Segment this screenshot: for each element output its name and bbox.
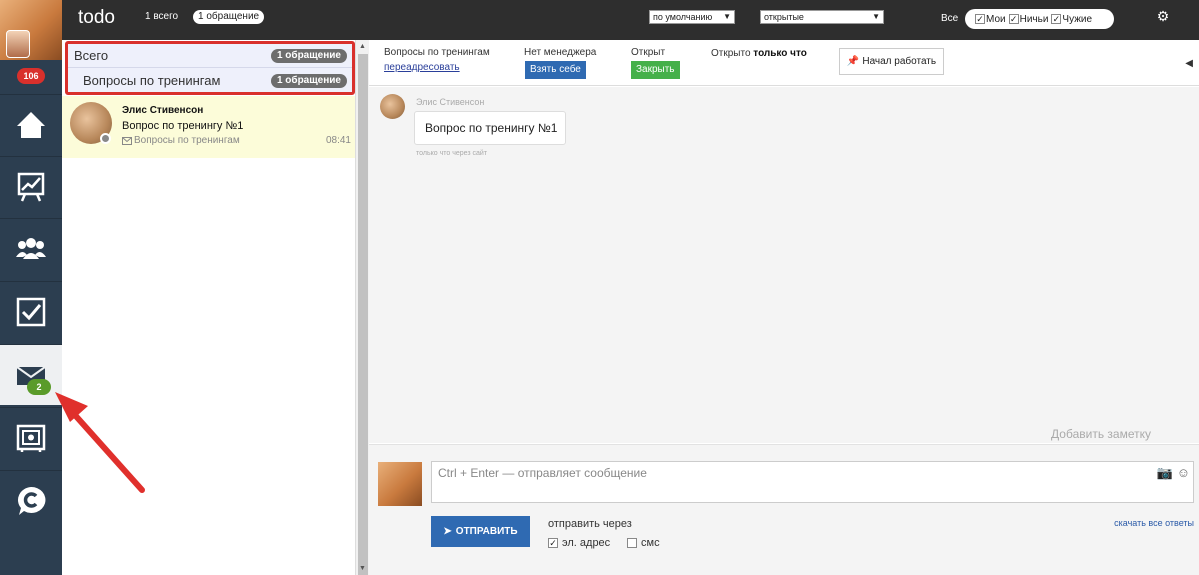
safe-icon xyxy=(16,424,46,452)
chevron-down-icon: ▼ xyxy=(723,12,731,21)
checkbox-checked[interactable]: ✓ xyxy=(1051,14,1062,24)
input-icons: 📷 ☺ xyxy=(1157,465,1190,481)
scroll-down-arrow-icon[interactable]: ▼ xyxy=(359,565,366,572)
filter-others[interactable]: ✓ Чужие xyxy=(1051,14,1092,25)
sort-select[interactable]: по умолчанию ▼ xyxy=(649,10,735,24)
checkbox-unchecked[interactable] xyxy=(627,538,637,548)
start-work-button[interactable]: 📌 Начал работать xyxy=(839,48,944,75)
filter-mine-label: Мои xyxy=(986,13,1006,25)
conversation-item[interactable]: Элис Стивенсон Вопрос по тренингу №1 Воп… xyxy=(62,96,355,158)
status-select[interactable]: открытые ▼ xyxy=(760,10,884,24)
channel-sms-label: смс xyxy=(641,537,660,549)
checkbox-checked[interactable]: ✓ xyxy=(975,14,985,24)
filter-nobodys[interactable]: ✓ Ничьи xyxy=(1008,13,1049,25)
sidebar-item-chat[interactable] xyxy=(0,470,62,531)
group-filter-box: Всего 1 обращение Вопросы по тренингам 1… xyxy=(65,41,355,95)
home-icon xyxy=(17,112,45,138)
group-count-pill: 1 обращение xyxy=(270,49,347,63)
channel-email-label: эл. адрес xyxy=(562,537,611,549)
group-count-pill: 1 обращение xyxy=(270,74,347,88)
left-sidebar: 106 2 xyxy=(0,0,62,575)
paper-plane-icon: ➤ xyxy=(443,526,452,537)
sort-select-value: по умолчанию xyxy=(653,12,713,22)
message-author: Элис Стивенсон xyxy=(416,97,485,107)
channel-email[interactable]: ✓ эл. адрес xyxy=(548,537,610,549)
opened-value: только что xyxy=(753,48,807,59)
group-row-trainings[interactable]: Вопросы по тренингам 1 обращение xyxy=(68,69,352,93)
scroll-up-arrow-icon[interactable]: ▲ xyxy=(359,43,366,50)
contact-name: Элис Стивенсон xyxy=(122,105,204,116)
conversation-list-panel: Всего 1 обращение Вопросы по тренингам 1… xyxy=(62,40,355,575)
gear-icon[interactable]: ⚙ xyxy=(1155,8,1171,24)
scrollbar-thumb[interactable] xyxy=(358,54,368,575)
group-name-label: Вопросы по тренингам xyxy=(384,47,490,58)
smiley-icon[interactable]: ☺ xyxy=(1177,465,1190,481)
checkbox-checked[interactable]: ✓ xyxy=(548,538,558,548)
status-select-value: открытые xyxy=(764,12,804,22)
message-meta: только что через сайт xyxy=(416,150,488,157)
list-scrollbar[interactable]: ▲ ▼ xyxy=(355,40,369,575)
chevron-down-icon: ▼ xyxy=(872,12,880,21)
channel-sms[interactable]: смс xyxy=(627,537,660,549)
pin-icon: 📌 xyxy=(846,56,860,67)
app-title: todo xyxy=(78,7,115,28)
checkbox-checked[interactable]: ✓ xyxy=(1008,14,1019,24)
sidebar-item-home[interactable] xyxy=(0,94,62,155)
filter-nobodys-label: Ничьи xyxy=(1019,13,1049,25)
sidebar-item-tasks[interactable] xyxy=(0,281,62,342)
message-thread: Элис Стивенсон Вопрос по тренингу №1 тол… xyxy=(369,87,1199,443)
envelope-icon xyxy=(122,136,132,145)
camera-icon[interactable]: 📷 xyxy=(1157,465,1173,481)
conversation-detail: Вопросы по тренингам переадресовать Нет … xyxy=(369,40,1199,575)
take-button[interactable]: Взять себе xyxy=(525,61,586,79)
group-label: Всего xyxy=(74,48,109,63)
conversation-time: 08:41 xyxy=(325,135,351,146)
manager-label: Нет менеджера xyxy=(524,47,597,58)
filter-others-label: Чужие xyxy=(1062,13,1093,25)
notification-count-badge[interactable]: 106 xyxy=(17,68,45,84)
top-bar: todo 1 всего 1 обращение по умолчанию ▼ о… xyxy=(62,0,1199,40)
opened-info: Открыто только что xyxy=(711,48,807,59)
reply-composer: Добавить заметку 📷 ☺ ➤ОТПРАВИТЬ отправит… xyxy=(369,427,1199,575)
close-button[interactable]: Закрыть xyxy=(631,61,680,79)
reassign-link[interactable]: переадресовать xyxy=(384,62,460,73)
add-note-link[interactable]: Добавить заметку xyxy=(1051,427,1151,441)
author-avatar xyxy=(380,94,405,119)
status-label: Открыт xyxy=(631,47,666,58)
chart-board-icon xyxy=(17,172,45,202)
group-row-all[interactable]: Всего 1 обращение xyxy=(68,44,352,68)
conversation-group: Вопросы по тренингам xyxy=(122,135,240,146)
status-dot xyxy=(100,133,111,144)
filter-mine[interactable]: ✓ Мои xyxy=(975,14,1006,25)
opened-prefix: Открыто xyxy=(711,48,751,59)
send-button-label: ОТПРАВИТЬ xyxy=(455,526,518,537)
group-label: Вопросы по тренингам xyxy=(83,73,221,88)
message-bubble: Вопрос по тренингу №1 xyxy=(414,111,566,145)
sidebar-item-safe[interactable] xyxy=(0,407,62,468)
requests-count-pill: 1 обращение xyxy=(193,10,265,24)
send-button[interactable]: ➤ ОТПРАВИТЬ xyxy=(431,516,530,547)
sidebar-item-analytics[interactable] xyxy=(0,156,62,217)
my-avatar xyxy=(378,462,422,506)
conversation-group-label: Вопросы по тренингам xyxy=(134,135,240,146)
message-input[interactable] xyxy=(432,462,1193,502)
total-count-label: 1 всего xyxy=(145,11,179,22)
user-avatar[interactable] xyxy=(6,30,30,58)
checkbox-icon xyxy=(16,297,46,327)
start-work-label: Начал работать xyxy=(862,56,937,67)
conversation-info-bar: Вопросы по тренингам переадресовать Нет … xyxy=(369,40,1199,86)
mail-unread-badge: 2 xyxy=(27,379,51,395)
send-via-label: отправить через xyxy=(548,518,632,530)
chat-c-icon xyxy=(18,486,46,515)
conversation-preview: Вопрос по тренингу №1 xyxy=(122,120,244,132)
users-icon xyxy=(16,238,46,259)
all-filter-label: Все xyxy=(941,13,959,24)
owner-filters: ✓ Мои ✓ Ничьи ✓ Чужие xyxy=(965,9,1114,29)
sidebar-item-mail[interactable]: 2 xyxy=(0,344,62,405)
collapse-panel-icon[interactable]: ◀ xyxy=(1185,58,1193,69)
message-input-box[interactable]: 📷 ☺ xyxy=(431,461,1194,503)
company-avatar[interactable] xyxy=(0,0,62,60)
sidebar-item-users[interactable] xyxy=(0,218,62,279)
download-replies-link[interactable]: скачать все ответы xyxy=(1114,518,1194,528)
